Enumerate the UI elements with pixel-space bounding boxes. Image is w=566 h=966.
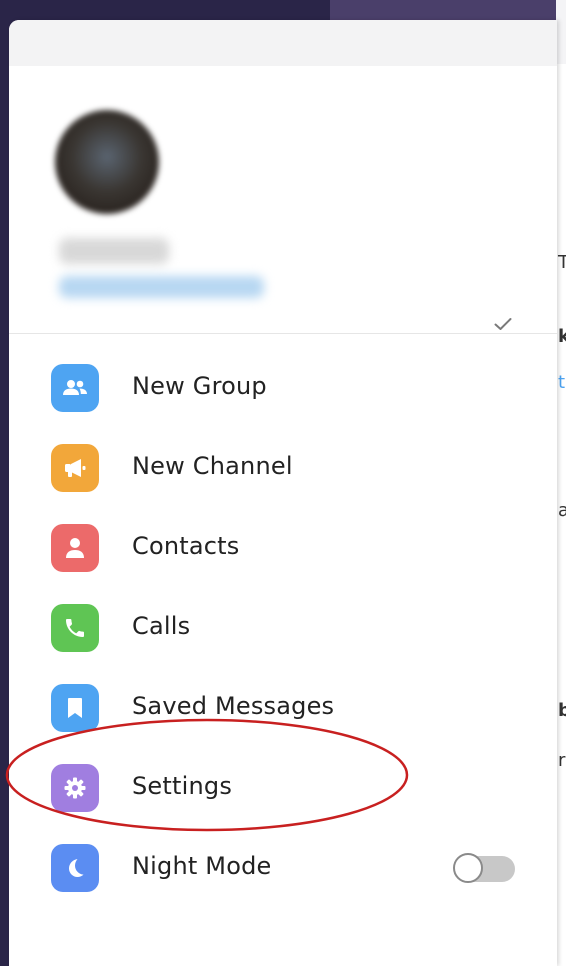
menu-item-new-group[interactable]: New Group bbox=[9, 348, 557, 428]
profile-divider bbox=[9, 333, 557, 334]
menu-item-calls[interactable]: Calls bbox=[9, 588, 557, 668]
person-icon bbox=[51, 524, 99, 572]
group-icon bbox=[51, 364, 99, 412]
background-peek-glyph: T bbox=[558, 252, 566, 273]
menu-item-label: Settings bbox=[132, 772, 233, 800]
menu-item-label: New Group bbox=[132, 372, 267, 400]
side-drawer: New Group New Channel Contacts Calls Sav… bbox=[9, 20, 557, 966]
menu-item-label: Calls bbox=[132, 612, 191, 640]
menu-item-label: Contacts bbox=[132, 532, 240, 560]
menu-item-new-channel[interactable]: New Channel bbox=[9, 428, 557, 508]
menu-item-label: New Channel bbox=[132, 452, 293, 480]
bookmark-icon bbox=[51, 684, 99, 732]
profile-name bbox=[59, 238, 169, 264]
menu-item-night-mode[interactable]: Night Mode bbox=[9, 828, 557, 908]
phone-icon bbox=[51, 604, 99, 652]
drawer-header-bar bbox=[9, 20, 557, 66]
menu-item-contacts[interactable]: Contacts bbox=[9, 508, 557, 588]
background-peek-glyph: a bbox=[558, 500, 566, 521]
background-peek-glyph: b bbox=[558, 700, 566, 721]
background-peek-glyph: k bbox=[558, 326, 566, 347]
megaphone-icon bbox=[51, 444, 99, 492]
moon-icon bbox=[51, 844, 99, 892]
profile-section[interactable] bbox=[9, 66, 557, 334]
drawer-menu: New Group New Channel Contacts Calls Sav… bbox=[9, 348, 557, 908]
menu-item-settings[interactable]: Settings bbox=[9, 748, 557, 828]
night-mode-toggle[interactable] bbox=[453, 853, 515, 883]
menu-item-label: Saved Messages bbox=[132, 692, 335, 720]
background-peek-glyph: t bbox=[558, 372, 566, 393]
menu-item-label: Night Mode bbox=[132, 852, 272, 880]
profile-username bbox=[59, 276, 264, 298]
gear-icon bbox=[51, 764, 99, 812]
background-window-top bbox=[330, 0, 566, 22]
avatar[interactable] bbox=[55, 110, 159, 214]
background-peek-glyph: r bbox=[558, 750, 566, 771]
menu-item-saved-messages[interactable]: Saved Messages bbox=[9, 668, 557, 748]
toggle-knob[interactable] bbox=[453, 853, 483, 883]
checkmark-icon[interactable] bbox=[475, 296, 531, 352]
